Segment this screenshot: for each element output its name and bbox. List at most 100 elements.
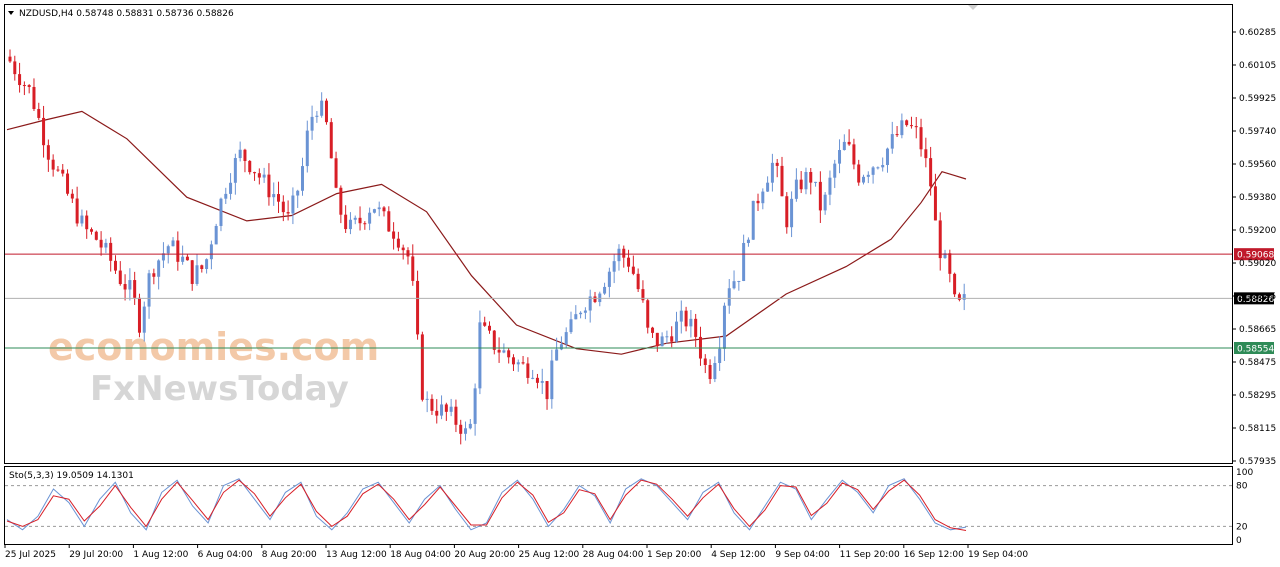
price-tick-label: 0.59560 — [1239, 160, 1276, 170]
bearish-candle — [487, 325, 491, 331]
bullish-candle — [689, 318, 693, 327]
bullish-candle — [766, 182, 770, 192]
bearish-candle — [435, 410, 439, 416]
price-axis: 0.60285 0.60105 0.59925 0.59740 0.59560 0.593… — [1232, 28, 1276, 467]
bullish-candle — [598, 293, 602, 303]
bearish-candle — [109, 242, 113, 261]
bullish-candle — [862, 176, 866, 183]
bearish-candle — [329, 122, 333, 159]
bearish-candle — [929, 158, 933, 187]
bearish-candle — [454, 406, 458, 425]
bearish-candle — [818, 181, 822, 211]
bullish-candle — [205, 259, 209, 269]
bullish-candle — [833, 163, 837, 178]
bearish-candle — [521, 362, 525, 364]
bearish-candle — [248, 160, 252, 173]
bullish-candle — [866, 174, 870, 177]
stochastic-tick-label: 20 — [1236, 522, 1248, 532]
time-axis: 25 Jul 2025 29 Jul 20:00 1 Aug 12:00 6 Aug … — [4, 544, 1028, 560]
bearish-candle — [363, 223, 367, 225]
bearish-candle — [646, 300, 650, 328]
bearish-candle — [56, 169, 60, 171]
bearish-candle — [401, 247, 405, 251]
time-tick-label: 1 Aug 12:00 — [133, 550, 188, 560]
bullish-candle — [233, 158, 237, 183]
bullish-candle — [579, 312, 583, 315]
bullish-candle — [761, 191, 765, 204]
time-tick-label: 25 Aug 12:00 — [519, 550, 580, 560]
bearish-candle — [152, 273, 156, 277]
bearish-candle — [953, 273, 957, 295]
bullish-candle — [320, 100, 324, 116]
bearish-candle — [190, 260, 194, 284]
bullish-candle — [665, 336, 669, 338]
price-chart[interactable]: economies.com FxNewsToday 0.590680.58826… — [0, 0, 1280, 567]
bearish-candle — [694, 318, 698, 337]
watermark-fxnewstoday: FxNewsToday — [90, 369, 349, 409]
bearish-candle — [924, 149, 928, 159]
bullish-candle — [181, 256, 185, 262]
bearish-candle — [382, 207, 386, 212]
bearish-candle — [511, 357, 515, 365]
bullish-candle — [804, 171, 808, 190]
bullish-candle — [559, 344, 563, 350]
bullish-candle — [516, 362, 520, 365]
bullish-candle — [502, 350, 506, 353]
bullish-candle — [478, 322, 482, 389]
bullish-candle — [104, 242, 108, 248]
bearish-candle — [75, 198, 79, 224]
time-tick-label: 13 Aug 12:00 — [326, 550, 387, 560]
bearish-candle — [334, 158, 338, 188]
bearish-candle — [655, 332, 659, 347]
bullish-candle — [828, 177, 832, 195]
bullish-candle — [718, 348, 722, 363]
bullish-candle — [569, 319, 573, 333]
bearish-candle — [909, 125, 913, 127]
bearish-candle — [938, 220, 942, 259]
bullish-candle — [272, 194, 276, 198]
bullish-candle — [296, 190, 300, 196]
stochastic-tick-label: 100 — [1236, 468, 1253, 478]
bearish-candle — [46, 145, 50, 160]
bearish-candle — [243, 149, 247, 161]
stochastic-tick-label: 0 — [1236, 536, 1242, 546]
bearish-candle — [756, 200, 760, 204]
bullish-candle — [353, 217, 357, 220]
bearish-candle — [392, 231, 396, 239]
bearish-candle — [13, 61, 17, 75]
bullish-candle — [440, 404, 444, 416]
watermark-economies: economies.com — [48, 325, 379, 369]
bearish-candle — [708, 365, 712, 380]
bearish-candle — [324, 100, 328, 123]
bullish-candle — [838, 150, 842, 164]
time-tick-label: 20 Aug 20:00 — [454, 550, 515, 560]
bearish-candle — [113, 260, 117, 271]
bullish-candle — [607, 271, 611, 287]
bullish-candle — [229, 182, 233, 194]
price-tick-label: 0.58665 — [1239, 325, 1276, 335]
bearish-candle — [70, 193, 74, 199]
time-tick-label: 8 Aug 20:00 — [262, 550, 317, 560]
stochastic-header: Sto(5,3,3) 19.0509 14.1301 — [9, 471, 134, 481]
bullish-candle — [166, 246, 170, 254]
bullish-candle — [291, 195, 295, 214]
bullish-candle — [368, 212, 372, 224]
bearish-candle — [847, 141, 851, 145]
bearish-candle — [857, 164, 861, 183]
bearish-candle — [99, 239, 103, 248]
price-tick-label: 0.58295 — [1239, 391, 1276, 401]
bearish-candle — [948, 253, 952, 274]
price-tick-label: 0.59740 — [1239, 127, 1276, 137]
bullish-candle — [468, 423, 472, 429]
bearish-candle — [277, 194, 281, 202]
bullish-candle — [262, 174, 266, 178]
bearish-candle — [507, 350, 511, 358]
bearish-candle — [90, 229, 94, 232]
bearish-candle — [459, 424, 463, 434]
bullish-candle — [128, 280, 132, 290]
bullish-candle — [770, 162, 774, 183]
bearish-candle — [281, 201, 285, 213]
bullish-candle — [794, 179, 798, 199]
bullish-candle — [871, 167, 875, 175]
bearish-candle — [684, 310, 688, 327]
